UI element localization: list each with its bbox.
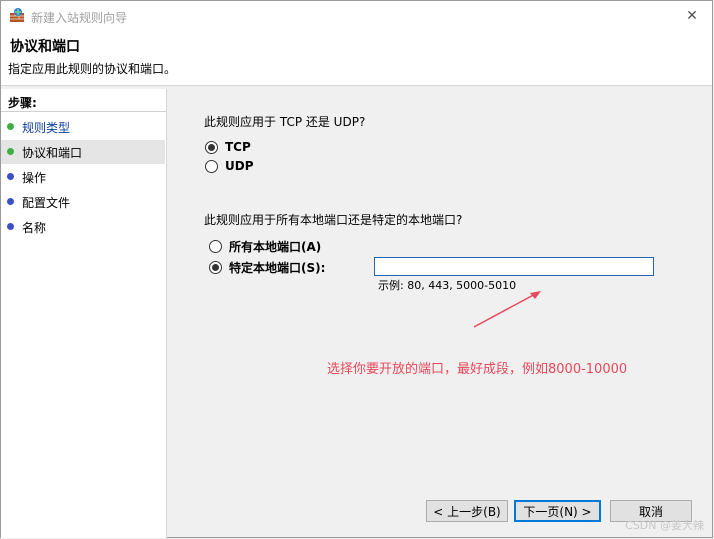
steps-sidebar: 步骤: 规则类型 协议和端口 操作 配置文件 名称: [1, 89, 167, 538]
step-name: 名称: [1, 215, 165, 239]
radio-tcp[interactable]: TCP: [205, 140, 251, 154]
step-complete-dot-icon: [7, 148, 14, 155]
radio-unselected-icon: [205, 159, 218, 173]
protocol-question: 此规则应用于 TCP 还是 UDP?: [204, 115, 366, 129]
radio-udp[interactable]: UDP: [205, 159, 254, 173]
window-title: 新建入站规则向导: [31, 11, 128, 25]
port-question: 此规则应用于所有本地端口还是特定的本地端口?: [204, 213, 463, 227]
page-header: 协议和端口 指定应用此规则的协议和端口。: [1, 31, 712, 86]
step-pending-dot-icon: [7, 223, 14, 230]
radio-selected-icon: [205, 140, 218, 154]
annotation-text: 选择你要开放的端口，最好成段，例如8000-10000: [327, 362, 628, 377]
radio-specific-ports[interactable]: 特定本地端口(S):: [209, 259, 325, 276]
radio-label: TCP: [225, 140, 251, 154]
specific-ports-input[interactable]: [374, 257, 654, 276]
step-pending-dot-icon: [7, 198, 14, 205]
step-label: 操作: [22, 171, 47, 185]
title-bar: 新建入站规则向导 ✕: [1, 1, 712, 31]
divider: [1, 111, 166, 112]
step-pending-dot-icon: [7, 173, 14, 180]
step-profile: 配置文件: [1, 190, 165, 214]
radio-all-ports[interactable]: 所有本地端口(A): [209, 238, 321, 255]
radio-unselected-icon: [209, 240, 222, 253]
radio-label: 所有本地端口(A): [229, 240, 322, 254]
step-protocol-ports[interactable]: 协议和端口: [1, 140, 165, 164]
close-button[interactable]: ✕: [682, 6, 702, 26]
back-button[interactable]: < 上一步(B): [426, 500, 508, 522]
annotation-arrow-icon: [473, 291, 541, 328]
page-description: 指定应用此规则的协议和端口。: [8, 62, 177, 76]
wizard-window: 新建入站规则向导 ✕ 协议和端口 指定应用此规则的协议和端口。 步骤: 规则类型…: [0, 0, 713, 538]
firewall-icon: [9, 7, 25, 23]
radio-selected-icon: [209, 261, 222, 274]
close-icon: ✕: [686, 8, 698, 24]
step-label: 名称: [22, 221, 47, 235]
step-label: 协议和端口: [22, 146, 83, 160]
step-complete-dot-icon: [7, 123, 14, 130]
step-action: 操作: [1, 165, 165, 189]
step-label: 规则类型: [22, 121, 71, 135]
step-rule-type[interactable]: 规则类型: [1, 115, 165, 139]
steps-heading: 步骤:: [8, 96, 37, 110]
step-label: 配置文件: [22, 196, 71, 210]
page-title: 协议和端口: [10, 39, 80, 55]
radio-label: 特定本地端口(S):: [229, 261, 326, 275]
next-button[interactable]: 下一页(N) >: [514, 500, 601, 522]
watermark: CSDN @姜大辣: [625, 519, 704, 532]
radio-label: UDP: [225, 159, 254, 173]
main-panel: 此规则应用于 TCP 还是 UDP? TCP UDP 此规则应用于所有本地端口还…: [167, 89, 713, 538]
